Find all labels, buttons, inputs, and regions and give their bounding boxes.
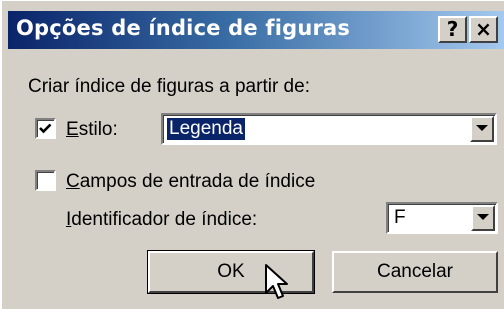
close-button[interactable]: ×	[469, 16, 498, 43]
style-select[interactable]: Legenda	[161, 113, 497, 145]
cancel-button[interactable]: Cancelar	[332, 251, 498, 293]
fields-checkbox[interactable]	[35, 170, 56, 191]
dialog-title: Opções de índice de figuras	[16, 16, 351, 40]
chevron-down-icon	[477, 214, 489, 220]
style-label[interactable]: Estilo:	[66, 119, 118, 141]
fields-label-text: ampos de entrada de índice	[79, 171, 316, 192]
identifier-label: Identificador de índice:	[66, 209, 257, 231]
dialog-window: Opções de índice de figuras ? × Criar ín…	[0, 0, 504, 309]
checkmark-icon	[39, 123, 52, 134]
identifier-select-value: F	[394, 207, 406, 228]
identifier-select[interactable]: F	[386, 202, 498, 234]
style-dropdown-button[interactable]	[470, 116, 494, 142]
style-select-value: Legenda	[167, 118, 245, 140]
help-button[interactable]: ?	[438, 16, 467, 43]
title-bar[interactable]: Opções de índice de figuras ? ×	[8, 11, 504, 49]
style-label-text: stilo:	[78, 119, 118, 140]
fields-label[interactable]: Campos de entrada de índice	[66, 171, 315, 193]
create-from-label: Criar índice de figuras a partir de:	[28, 76, 310, 97]
mouse-pointer-icon	[265, 264, 288, 299]
identifier-label-text: dentificador de índice:	[71, 209, 258, 230]
identifier-dropdown-button[interactable]	[471, 205, 495, 231]
style-label-mnemonic: E	[66, 119, 79, 140]
fields-label-mnemonic: C	[66, 171, 80, 192]
chevron-down-icon	[476, 125, 488, 131]
style-checkbox[interactable]	[35, 118, 56, 139]
